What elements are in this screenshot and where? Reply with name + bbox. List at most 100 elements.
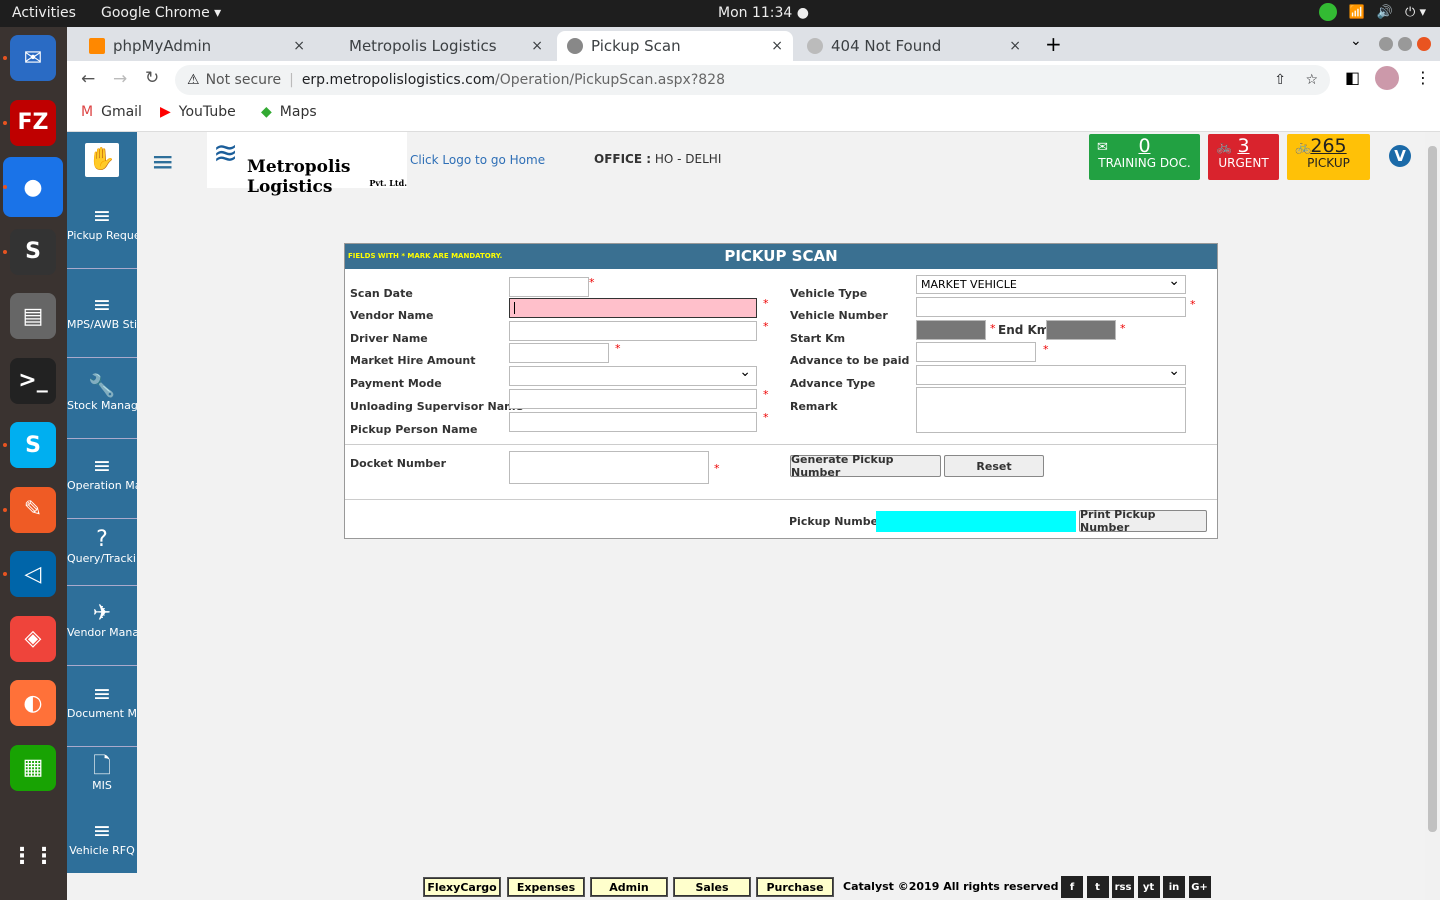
tab-search-icon[interactable]: ⌄ xyxy=(1350,33,1362,49)
calc-icon[interactable]: ▦ xyxy=(10,744,56,791)
activities-button[interactable]: Activities xyxy=(12,5,76,21)
sidebar-item-document-movement[interactable]: ≡Document Movement xyxy=(67,667,137,747)
reset-button[interactable]: Reset xyxy=(944,455,1044,477)
tab-metropolis[interactable]: Metropolis Logistics × xyxy=(319,31,553,61)
reload-icon[interactable]: ↻ xyxy=(145,68,159,88)
url-host: erp.metropolislogistics.com xyxy=(301,72,496,88)
star-icon[interactable]: ☆ xyxy=(1305,72,1318,88)
footer-flexycargo-button[interactable]: FlexyCargo xyxy=(423,877,501,897)
tab-phpmyadmin[interactable]: phpMyAdmin × xyxy=(79,31,315,61)
tab-404[interactable]: 404 Not Found × xyxy=(797,31,1031,61)
bookmark-maps[interactable]: ◆ Maps xyxy=(261,104,317,120)
advance-type-select[interactable] xyxy=(916,363,1186,385)
company-logo[interactable]: ≋ Metropolis Logistics Pvt. Ltd. xyxy=(207,132,407,197)
share-icon[interactable]: ⇧ xyxy=(1274,72,1286,88)
hamburger-icon[interactable]: ≡ xyxy=(151,148,174,176)
window-controls[interactable] xyxy=(1379,36,1433,52)
bookmark-youtube[interactable]: ▶ YouTube xyxy=(160,104,236,120)
swoosh-icon: ≋ xyxy=(213,136,239,171)
market-hire-amount-input[interactable] xyxy=(509,343,609,363)
pickup-badge[interactable]: 265 🚲 PICKUP xyxy=(1287,134,1370,180)
new-tab-icon[interactable]: + xyxy=(1045,32,1062,56)
sidebar-item-operation-management[interactable]: ≡Operation Management xyxy=(67,439,137,519)
clock[interactable]: Mon 11:34 ● xyxy=(718,5,809,21)
menu-icon: ≡ xyxy=(92,454,112,479)
unloading-supervisor-input[interactable] xyxy=(509,389,757,409)
files-icon[interactable]: ▤ xyxy=(10,293,56,339)
maps-icon: ◆ xyxy=(261,104,272,120)
remark-textarea[interactable] xyxy=(916,387,1186,433)
sidebar-item-mis[interactable]: 🗋 MIS xyxy=(67,747,137,813)
sidebar-item-label: Vehicle RFQ xyxy=(69,844,135,857)
rss-icon[interactable]: rss xyxy=(1112,876,1134,898)
close-icon[interactable]: × xyxy=(293,38,305,54)
form-header: FIELDS WITH * MARK ARE MANDATORY. PICKUP… xyxy=(345,244,1217,269)
vscode-icon[interactable]: ◁ xyxy=(10,551,56,597)
docket-number-input[interactable] xyxy=(509,451,709,484)
urgent-badge[interactable]: 3 🚲 URGENT xyxy=(1208,134,1279,180)
scrollbar[interactable] xyxy=(1425,132,1440,900)
driver-name-input[interactable] xyxy=(509,321,757,341)
user-avatar[interactable]: V xyxy=(1389,145,1411,167)
footer-admin-button[interactable]: Admin xyxy=(590,877,668,897)
footer-expenses-button[interactable]: Expenses xyxy=(507,877,585,897)
generate-pickup-number-button[interactable]: Generate Pickup Number xyxy=(790,453,941,479)
end-km-input[interactable] xyxy=(1046,320,1116,340)
payment-mode-select[interactable] xyxy=(509,364,757,386)
sidepanel-icon[interactable]: ◧ xyxy=(1345,68,1360,87)
sidebar-item-vendor-management[interactable]: ✈Vendor Management xyxy=(67,586,137,666)
omnibox[interactable]: ⚠ Not secure | erp.metropolislogistics.c… xyxy=(175,65,1330,95)
youtube-icon[interactable]: yt xyxy=(1137,876,1160,898)
vehicle-number-input[interactable] xyxy=(916,297,1186,317)
postman-icon[interactable]: ✎ xyxy=(10,486,56,533)
home-hint[interactable]: Click Logo to go Home xyxy=(410,153,545,167)
apps-grid-icon[interactable]: ⋮⋮ xyxy=(10,833,56,879)
start-km-input[interactable] xyxy=(916,320,986,340)
sublime-icon[interactable]: S xyxy=(10,228,56,275)
sidebar-item-query-tracking[interactable]: ?Query/Tracking xyxy=(67,520,137,586)
thunderbird-icon[interactable]: ✉ xyxy=(10,35,56,81)
close-icon[interactable]: × xyxy=(771,38,783,54)
tab-label: 404 Not Found xyxy=(831,37,942,55)
menu-icon[interactable]: ⋮ xyxy=(1415,68,1431,87)
sidebar-logo[interactable]: ✋ xyxy=(67,132,137,188)
address-bar-row: ← → ↻ ⚠ Not secure | erp.metropolislogis… xyxy=(67,61,1440,99)
scroll-thumb[interactable] xyxy=(1428,146,1437,832)
advance-input[interactable] xyxy=(916,342,1036,362)
googleplus-icon[interactable]: G+ xyxy=(1188,876,1211,898)
facebook-icon[interactable]: f xyxy=(1061,876,1083,898)
filezilla-icon[interactable]: FZ xyxy=(10,99,56,146)
scan-date-input[interactable] xyxy=(509,277,589,297)
tab-pickup-scan[interactable]: Pickup Scan × xyxy=(557,31,793,61)
training-doc-badge[interactable]: 0 ✉ TRAINING DOC. xyxy=(1089,134,1200,180)
vendor-name-input[interactable] xyxy=(509,298,757,318)
bookmark-gmail[interactable]: M Gmail xyxy=(81,104,142,120)
app-menu[interactable]: Google Chrome ▾ xyxy=(101,5,221,21)
print-pickup-number-button[interactable]: Print Pickup Number xyxy=(1079,508,1207,534)
forward-icon[interactable]: → xyxy=(113,69,127,89)
system-tray[interactable]: 📶 🔊 ⏻ ▾ xyxy=(1318,3,1426,21)
footer-purchase-button[interactable]: Purchase xyxy=(756,877,834,897)
pickup-person-input[interactable] xyxy=(509,412,757,432)
pickup-number-field[interactable] xyxy=(876,511,1076,532)
sidebar-item-label: Vendor Management xyxy=(67,626,137,639)
close-icon[interactable]: × xyxy=(1009,38,1021,54)
chrome-icon[interactable]: ● xyxy=(3,157,63,217)
text-cursor xyxy=(514,302,515,314)
terminal-icon[interactable]: >_ xyxy=(10,357,56,404)
sidebar-item-pickup-request[interactable]: ≡Pickup Request xyxy=(67,189,137,269)
linkedin-icon[interactable]: in xyxy=(1163,876,1185,898)
firefox-icon[interactable]: ◐ xyxy=(10,680,56,726)
vehicle-type-select[interactable]: MARKET VEHICLE xyxy=(916,273,1186,294)
browser-chrome: phpMyAdmin × Metropolis Logistics × Pickup… xyxy=(67,27,1440,132)
footer-sales-button[interactable]: Sales xyxy=(673,877,751,897)
sidebar-item-stock-management[interactable]: 🔧Stock Management xyxy=(67,359,137,439)
anydesk-icon[interactable]: ◈ xyxy=(10,615,56,662)
back-icon[interactable]: ← xyxy=(81,69,95,89)
twitter-icon[interactable]: t xyxy=(1086,876,1109,898)
sidebar-item-mps-awb-sticker[interactable]: ≡MPS/AWB Sticker xyxy=(67,278,137,358)
close-icon[interactable]: × xyxy=(531,38,543,54)
sidebar-item-vehicle-rfq[interactable]: ≡ Vehicle RFQ xyxy=(67,812,137,878)
profile-avatar[interactable] xyxy=(1375,66,1399,90)
skype-icon[interactable]: S xyxy=(10,422,56,468)
